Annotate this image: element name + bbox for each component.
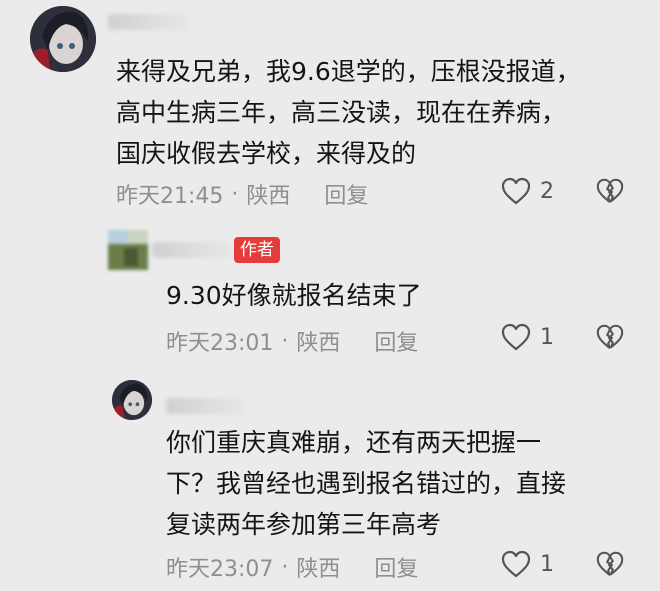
timestamp: 昨天23:07 [166, 557, 274, 582]
comment-line: 高中生病三年，高三没读，现在在养病， [116, 98, 567, 127]
reply-button[interactable]: 回复 [374, 325, 418, 357]
avatar[interactable] [108, 230, 148, 270]
dislike-button[interactable] [595, 549, 625, 579]
comment-text: 来得及兄弟，我9.6退学的，压根没报道， 高中生病三年，高三没读，现在在养病， … [116, 51, 581, 174]
comment-line: 国庆收假去学校，来得及的 [116, 139, 417, 168]
comment-meta: 昨天23:01 · 陕西 回复 [166, 325, 418, 357]
comment-text: 你们重庆真难崩，还有两天把握一 下？我曾经也遇到报名错过的，直接 复读两年参加第… [166, 422, 566, 545]
author-badge: 作者 [234, 237, 280, 263]
broken-heart-icon [596, 551, 624, 577]
like-count: 2 [540, 178, 554, 204]
timestamp: 昨天23:01 [166, 331, 274, 356]
heart-outline-icon [501, 323, 531, 351]
comment-meta: 昨天23:07 · 陕西 回复 [166, 551, 418, 583]
location: 陕西 [246, 184, 291, 209]
location: 陕西 [296, 557, 341, 582]
avatar[interactable] [112, 380, 152, 420]
like-count: 1 [540, 551, 554, 577]
comment-text: 9.30好像就报名结束了 [166, 275, 422, 316]
avatar-image [108, 230, 148, 270]
comment-line: 9.30好像就报名结束了 [166, 281, 422, 310]
like-button[interactable]: 1 [500, 549, 554, 579]
avatar[interactable] [30, 6, 96, 72]
username-blurred[interactable] [108, 14, 188, 30]
comment-meta: 昨天21:45 · 陕西 回复 [116, 178, 368, 210]
avatar-image [30, 6, 96, 72]
separator: · [281, 328, 289, 354]
heart-outline-icon [501, 550, 531, 578]
like-button[interactable]: 2 [500, 176, 554, 206]
comment-line: 你们重庆真难崩，还有两天把握一 [166, 428, 542, 457]
timestamp: 昨天21:45 [116, 184, 224, 209]
comment-line: 来得及兄弟，我9.6退学的，压根没报道， [116, 57, 581, 86]
comment-line: 复读两年参加第三年高考 [166, 510, 442, 539]
reply-button[interactable]: 回复 [324, 178, 368, 210]
comment-line: 下？我曾经也遇到报名错过的，直接 [166, 469, 567, 498]
location: 陕西 [296, 331, 341, 356]
broken-heart-icon [596, 178, 624, 204]
heart-outline-icon [501, 177, 531, 205]
separator: · [231, 181, 239, 207]
reply-button[interactable]: 回复 [374, 551, 418, 583]
username-blurred[interactable] [166, 398, 244, 414]
broken-heart-icon [596, 324, 624, 350]
dislike-button[interactable] [595, 176, 625, 206]
username-blurred[interactable] [152, 242, 230, 258]
dislike-button[interactable] [595, 322, 625, 352]
like-count: 1 [540, 324, 554, 350]
separator: · [281, 554, 289, 580]
like-button[interactable]: 1 [500, 322, 554, 352]
avatar-image [112, 380, 152, 420]
